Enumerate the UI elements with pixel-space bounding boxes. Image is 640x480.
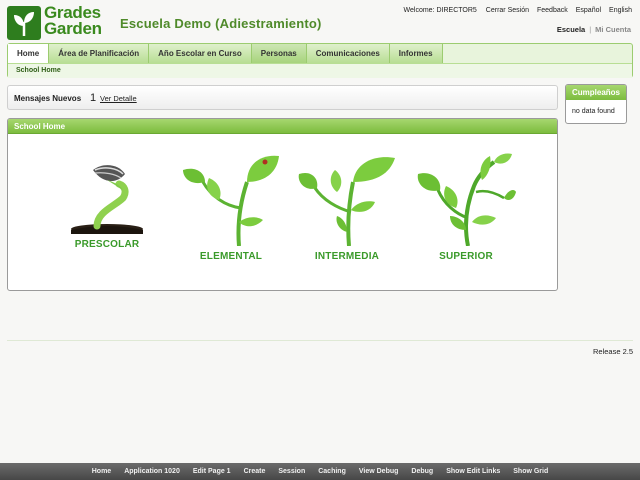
tab-people[interactable]: Personas [251, 44, 307, 63]
mature-plant-icon [417, 153, 516, 246]
level-label-prescolar: PRESCOLAR [74, 239, 140, 250]
birthdays-region: Cumpleaños no data found [565, 84, 627, 124]
birthdays-empty-text: no data found [572, 108, 615, 115]
tab-reports[interactable]: Informes [389, 44, 443, 63]
level-prescolar[interactable]: PRESCOLAR [52, 152, 162, 250]
developer-toolbar: Home Application 1020 Edit Page 1 Create… [0, 463, 640, 480]
level-label-superior: SUPERIOR [439, 251, 493, 262]
messages-count: 1 [90, 92, 97, 104]
welcome-text: Welcome: DIRECTOR5 [403, 7, 477, 14]
level-elemental[interactable]: ELEMENTAL [176, 152, 286, 262]
dev-edit-page-link[interactable]: Edit Page 1 [193, 468, 231, 475]
subnav-school-home[interactable]: School Home [16, 67, 61, 74]
spanish-link[interactable]: Español [576, 7, 601, 14]
my-account-link[interactable]: Mi Cuenta [595, 25, 631, 34]
logo-plant-icon [7, 6, 41, 40]
tab-communications[interactable]: Comunicaciones [306, 44, 390, 63]
view-details-link[interactable]: Ver Detalle [100, 94, 137, 103]
dev-home-link[interactable]: Home [92, 468, 111, 475]
tab-planning-area[interactable]: Área de Planificación [49, 44, 150, 63]
dev-show-edit-links[interactable]: Show Edit Links [446, 468, 500, 475]
messages-bar: Mensajes Nuevos 1 Ver Detalle [7, 85, 558, 110]
levels-grid: PRESCOLAR ELEMENTAL INTERMEDIA SUPERIOR [8, 134, 557, 290]
seedling-sprout-icon [71, 165, 143, 234]
level-superior[interactable]: SUPERIOR [411, 152, 521, 262]
school-view-link[interactable]: Escuela [557, 25, 585, 34]
tab-home[interactable]: Home [8, 44, 50, 63]
school-home-region: School Home PRESCOLAR ELEMENTAL INTERMED… [7, 118, 558, 291]
tab-current-school-year[interactable]: Año Escolar en Curso [149, 44, 252, 63]
footer-divider [7, 340, 633, 341]
level-label-intermedia: INTERMEDIA [314, 251, 380, 262]
dev-caching-link[interactable]: Caching [318, 468, 346, 475]
nav-tabs: Home Área de Planificación Año Escolar e… [8, 44, 443, 63]
dev-show-grid-link[interactable]: Show Grid [513, 468, 548, 475]
english-link[interactable]: English [609, 7, 632, 14]
birthdays-title: Cumpleaños [566, 85, 626, 100]
messages-label: Mensajes Nuevos [14, 94, 82, 103]
growing-plant-icon [298, 157, 395, 246]
dev-application-link[interactable]: Application 1020 [124, 468, 180, 475]
young-plant-icon [183, 155, 279, 246]
grades-garden-logo[interactable]: Grades Garden [7, 3, 112, 42]
subnav-bar: School Home [8, 63, 632, 78]
main-nav: Home Área de Planificación Año Escolar e… [7, 43, 633, 78]
dev-view-debug-link[interactable]: View Debug [359, 468, 399, 475]
logout-link[interactable]: Cerrar Sesión [486, 7, 529, 14]
feedback-link[interactable]: Feedback [537, 7, 568, 14]
view-separator: | [589, 25, 592, 34]
logo-wordmark: Grades Garden [44, 3, 102, 38]
level-intermedia[interactable]: INTERMEDIA [292, 152, 402, 262]
dev-session-link[interactable]: Session [278, 468, 305, 475]
top-links: Welcome: DIRECTOR5 Cerrar Sesión Feedbac… [404, 7, 632, 14]
school-title: Escuela Demo (Adiestramiento) [120, 16, 322, 31]
release-version: Release 2.5 [592, 347, 633, 356]
level-label-elemental: ELEMENTAL [199, 251, 263, 262]
view-switch: Escuela | Mi Cuenta [557, 25, 631, 34]
dev-debug-link[interactable]: Debug [411, 468, 433, 475]
region-title: School Home [8, 119, 557, 134]
dev-create-link[interactable]: Create [244, 468, 266, 475]
